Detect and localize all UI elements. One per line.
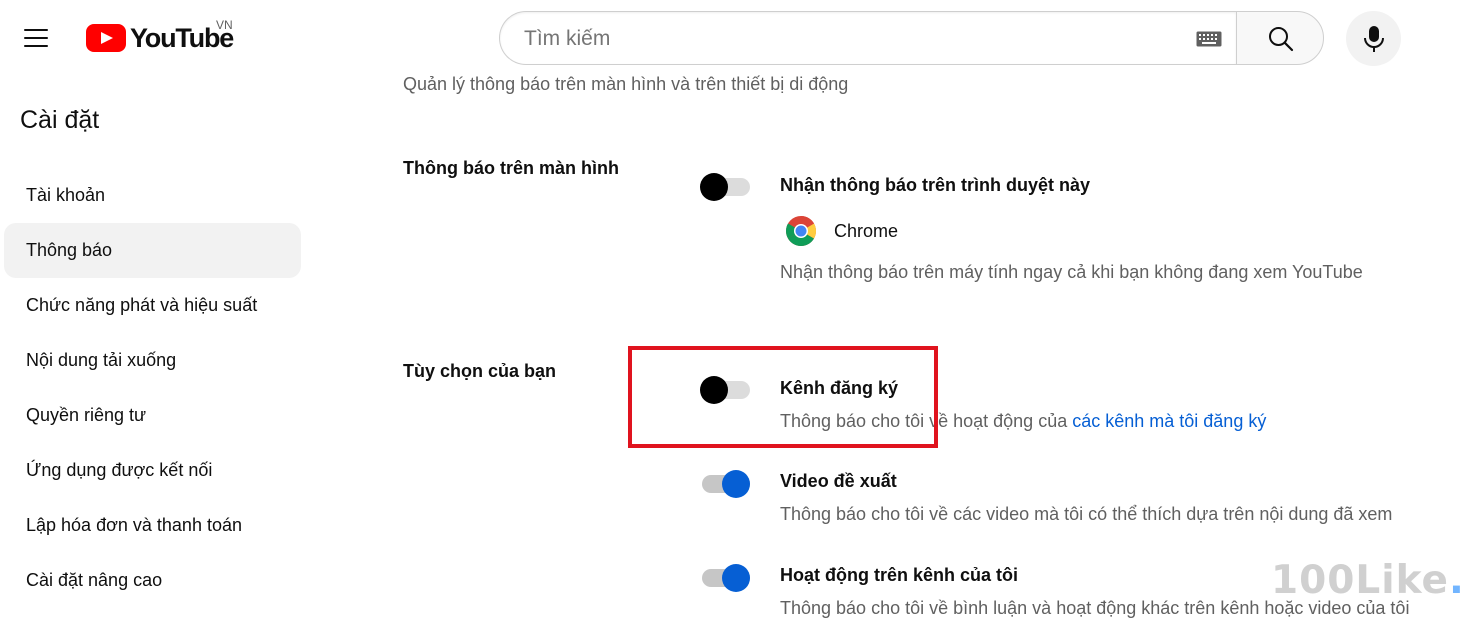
- browser-notifications-title: Nhận thông báo trên trình duyệt này: [780, 175, 1090, 195]
- toggle-knob: [722, 564, 750, 592]
- sidebar-item-privacy[interactable]: Quyền riêng tư: [4, 388, 301, 443]
- browser-notifications-toggle[interactable]: [700, 170, 752, 204]
- watermark: 100Like.: [1271, 558, 1465, 603]
- search-box: [499, 11, 1236, 66]
- sidebar-item-playback-performance[interactable]: Chức năng phát và hiệu suất: [4, 278, 301, 333]
- subscriptions-toggle[interactable]: [700, 373, 752, 407]
- sidebar-item-downloads[interactable]: Nội dung tải xuống: [4, 333, 301, 388]
- menu-button[interactable]: [14, 18, 58, 58]
- country-code: VN: [216, 18, 233, 32]
- subscriptions-title: Kênh đăng ký: [780, 378, 899, 398]
- menu-icon-bar: [24, 29, 48, 31]
- keyboard-icon[interactable]: [1196, 31, 1222, 47]
- sidebar-item-advanced-settings[interactable]: Cài đặt nâng cao: [4, 553, 301, 608]
- desktop-notifications-heading: Thông báo trên màn hình: [403, 158, 619, 178]
- menu-icon-bar: [24, 37, 48, 39]
- subscriptions-description: Thông báo cho tôi về hoạt động của các k…: [780, 411, 1266, 432]
- search-input[interactable]: [522, 12, 1176, 66]
- watermark-dot: .: [1448, 558, 1465, 603]
- settings-title: Cài đặt: [20, 106, 100, 134]
- browser-name: Chrome: [834, 221, 899, 241]
- chrome-icon: [785, 216, 817, 247]
- youtube-logo[interactable]: YouTube: [86, 22, 234, 54]
- youtube-settings-page: YouTube VN Cài đặt Tài khoản Thông báo C…: [0, 0, 1468, 626]
- search-button[interactable]: [1236, 11, 1324, 65]
- youtube-play-icon: [86, 24, 126, 52]
- voice-search-button[interactable]: [1346, 11, 1401, 66]
- sidebar-item-billing-payments[interactable]: Lập hóa đơn và thanh toán: [4, 498, 301, 553]
- recommended-videos-title: Video đề xuất: [780, 471, 897, 491]
- channel-activity-title: Hoạt động trên kênh của tôi: [780, 565, 1019, 585]
- preferences-heading: Tùy chọn của bạn: [403, 361, 557, 381]
- toggle-knob: [700, 376, 728, 404]
- search-icon: [1269, 27, 1294, 52]
- toggle-knob: [700, 173, 728, 201]
- subscriptions-description-text: Thông báo cho tôi về hoạt động của: [780, 411, 1073, 431]
- menu-icon-bar: [24, 45, 48, 47]
- sidebar-item-account[interactable]: Tài khoản: [4, 168, 301, 223]
- toggle-knob: [722, 470, 750, 498]
- watermark-text: 100Like: [1271, 558, 1449, 603]
- microphone-icon: [1364, 26, 1384, 52]
- browser-notifications-description: Nhận thông báo trên máy tính ngay cả khi…: [780, 262, 1363, 282]
- subscribed-channels-link[interactable]: các kênh mà tôi đăng ký: [1072, 411, 1266, 431]
- page-subtitle: Quản lý thông báo trên màn hình và trên …: [403, 74, 849, 94]
- recommended-videos-toggle[interactable]: [700, 467, 752, 501]
- recommended-videos-description: Thông báo cho tôi về các video mà tôi có…: [780, 504, 1393, 524]
- sidebar-item-notifications[interactable]: Thông báo: [4, 223, 301, 278]
- sidebar-item-connected-apps[interactable]: Ứng dụng được kết nối: [4, 443, 301, 498]
- channel-activity-toggle[interactable]: [700, 561, 752, 595]
